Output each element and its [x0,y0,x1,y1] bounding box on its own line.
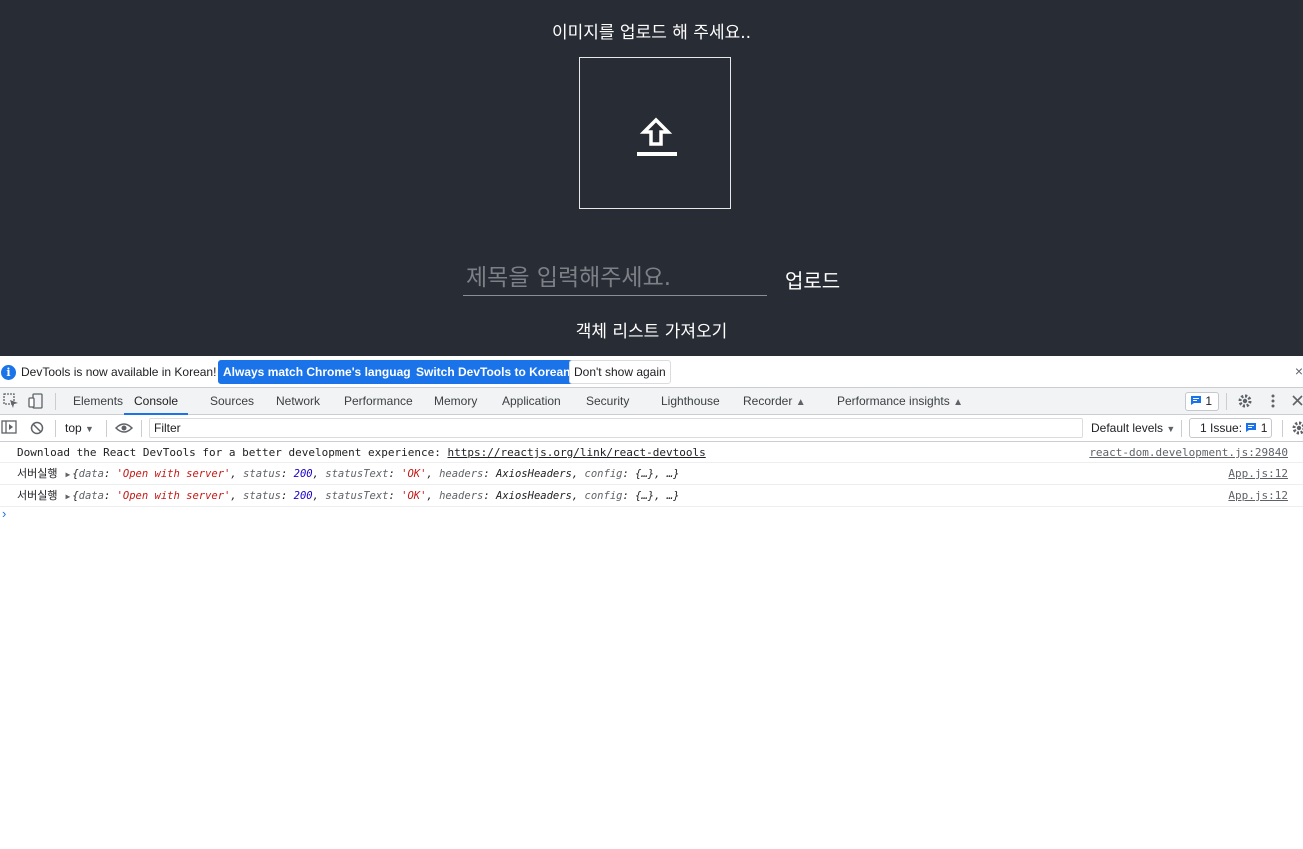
tab-security[interactable]: Security [586,388,629,415]
image-upload-dropzone[interactable] [579,57,731,209]
more-options-icon[interactable] [1266,393,1280,409]
title-input[interactable] [463,260,767,296]
tab-recorder-label: Recorder [743,394,793,408]
infobar-message: DevTools is now available in Korean! [21,365,217,379]
log-object-preview[interactable]: {data: 'Open with server', status: 200, … [72,468,679,480]
messages-badge[interactable]: 1 [1185,392,1219,411]
toolbar-divider [141,420,142,437]
tab-elements[interactable]: Elements [73,388,123,415]
toolbar-divider [55,420,56,437]
log-source-link[interactable]: App.js:12 [1228,485,1288,506]
chevron-down-icon: ▼ [85,424,94,434]
inspect-element-icon[interactable] [3,393,19,409]
messages-count: 1 [1205,394,1213,408]
log-text: Download the React DevTools for a better… [17,446,448,459]
live-expression-eye-icon[interactable] [115,422,133,434]
log-source-link[interactable]: react-dom.development.js:29840 [1089,442,1288,463]
issues-label: 1 Issue: [1200,421,1243,435]
console-log-message: 서버실행 ▶ {data: 'Open with server', status: … [17,463,679,485]
close-devtools-icon[interactable] [1292,395,1303,407]
switch-korean-button[interactable]: Switch DevTools to Korean [411,360,576,384]
fetch-object-list-button[interactable]: 객체 리스트 가져오기 [0,317,1303,342]
issues-count: 1 [1260,421,1268,435]
tab-lighthouse[interactable]: Lighthouse [661,388,720,415]
chevron-down-icon: ▼ [1166,424,1176,434]
console-filter-input[interactable] [149,418,1083,438]
match-language-button[interactable]: Always match Chrome's language [218,360,423,384]
devtools-panel: i DevTools is now available in Korean! A… [0,356,1303,849]
console-log-row: 서버실행 ▶ {data: 'Open with server', status: … [0,463,1303,485]
upload-arrow-icon [637,117,677,156]
settings-gear-icon[interactable] [1237,393,1253,409]
console-log-message: Download the React DevTools for a better… [17,442,706,463]
expand-triangle-icon[interactable]: ▶ [65,470,70,479]
tab-recorder[interactable]: Recorder ▲ [743,388,806,415]
close-icon[interactable]: × [1295,363,1303,379]
react-devtools-link[interactable]: https://reactjs.org/link/react-devtools [447,446,705,459]
tab-performance[interactable]: Performance [344,388,413,415]
toolbar-divider [1282,420,1283,437]
info-icon: i [1,365,16,380]
console-messages: Download the React DevTools for a better… [0,442,1303,521]
page-title: 이미지를 업로드 해 주세요.. [551,23,752,43]
context-selector[interactable]: top ▼ [65,421,94,435]
dont-show-again-button[interactable]: Don't show again [569,360,671,384]
toolbar-divider [106,420,107,437]
tab-network[interactable]: Network [276,388,320,415]
console-prompt[interactable]: › [2,506,6,521]
log-levels-dropdown[interactable]: Default levels ▼ [1091,421,1175,435]
message-icon [1191,396,1201,405]
tab-application[interactable]: Application [502,388,561,415]
flask-icon: ▲ [953,397,963,408]
toolbar-divider [1226,393,1227,410]
console-log-row: Download the React DevTools for a better… [0,442,1303,463]
console-log-row: 서버실행 ▶ {data: 'Open with server', status: … [0,485,1303,507]
log-object-preview[interactable]: {data: 'Open with server', status: 200, … [72,490,679,502]
tab-performance-insights[interactable]: Performance insights ▲ [837,388,963,415]
expand-triangle-icon[interactable]: ▶ [65,492,70,501]
tab-performance-insights-label: Performance insights [837,394,950,408]
console-filterbar: top ▼ Default levels ▼ 1 Issue: 1 [0,415,1303,442]
context-selector-value: top [65,421,82,435]
toolbar-divider [1181,420,1182,437]
flask-icon: ▲ [795,397,806,408]
issues-button[interactable]: 1 Issue: 1 [1189,418,1272,438]
devtools-tabbar: Elements Console Sources Network Perform… [0,388,1303,415]
log-source-link[interactable]: App.js:12 [1228,463,1288,484]
log-levels-value: Default levels [1091,421,1164,435]
log-label: 서버실행 [17,489,58,502]
console-settings-gear-icon[interactable] [1291,420,1303,436]
message-icon [1246,423,1257,432]
sidebar-toggle-icon[interactable] [1,420,17,435]
upload-button[interactable]: 업로드 [785,265,840,294]
tab-console[interactable]: Console [124,388,189,415]
tab-sources[interactable]: Sources [210,388,254,415]
app-container: 이미지를 업로드 해 주세요.. 업로드 객체 리스트 가져오기 [0,0,1303,356]
language-infobar: i DevTools is now available in Korean! A… [0,356,1303,388]
clear-console-icon[interactable] [30,421,44,435]
toolbar-divider [55,393,56,410]
console-log-message: 서버실행 ▶ {data: 'Open with server', status: … [17,485,679,507]
tab-memory[interactable]: Memory [434,388,477,415]
device-toolbar-icon[interactable] [28,393,44,409]
log-label: 서버실행 [17,467,58,480]
